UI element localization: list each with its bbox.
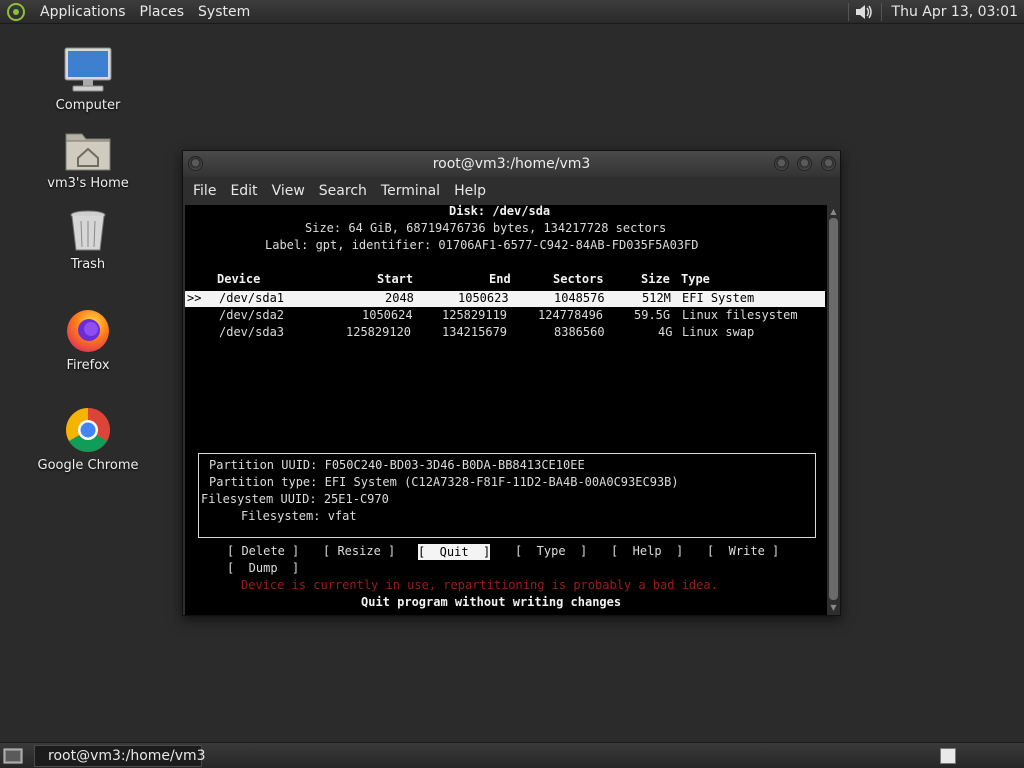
distro-logo-icon[interactable]	[6, 2, 26, 22]
desktop-icon-label: Firefox	[66, 358, 110, 373]
row-size: 59.5G	[634, 308, 671, 322]
info-filesystem-uuid: Filesystem UUID: 25E1-C970	[201, 492, 389, 506]
delete-button[interactable]: [ Delete ]	[227, 543, 299, 560]
partition-row[interactable]: /dev/sda2 1050624 125829119 124778496 59…	[185, 308, 825, 324]
window-menubar: File Edit View Search Terminal Help	[183, 177, 840, 204]
row-type: Linux swap	[682, 325, 755, 339]
row-device: /dev/sda2	[219, 308, 285, 322]
scroll-down-icon[interactable]: ▼	[829, 603, 838, 612]
row-sectors: 8386560	[554, 325, 605, 339]
menu-places[interactable]: Places	[133, 4, 192, 20]
write-button[interactable]: [ Write ]	[707, 543, 779, 560]
info-filesystem: Filesystem: vfat	[241, 509, 357, 523]
info-partition-type: Partition type: EFI System (C12A7328-F81…	[209, 475, 679, 489]
col-start: Start	[377, 272, 414, 286]
row-end: 125829119	[442, 308, 508, 322]
desktop-icon-computer[interactable]: Computer	[28, 46, 148, 113]
row-start: 1050624	[362, 308, 413, 322]
partition-row[interactable]: >> /dev/sda1 2048 1050623 1048576 512M E…	[185, 291, 825, 307]
row-start: 125829120	[346, 325, 412, 339]
maximize-button[interactable]	[797, 156, 812, 171]
col-sectors: Sectors	[553, 272, 604, 286]
row-sectors: 124778496	[538, 308, 604, 322]
row-size: 512M	[642, 291, 671, 305]
menu-help[interactable]: Help	[447, 183, 493, 199]
terminal-window: root@vm3:/home/vm3 File Edit View Search…	[182, 150, 841, 616]
disk-size: Size: 64 GiB, 68719476736 bytes, 1342177…	[305, 221, 667, 235]
show-desktop-icon[interactable]	[3, 746, 23, 766]
row-marker: >>	[187, 291, 202, 305]
computer-icon	[64, 47, 112, 92]
desktop-icon-home[interactable]: vm3's Home	[28, 128, 148, 191]
row-end: 134215679	[442, 325, 508, 339]
close-button[interactable]	[821, 156, 836, 171]
col-end: End	[489, 272, 511, 286]
volume-icon[interactable]	[853, 2, 875, 22]
desktop-icon-firefox[interactable]: Firefox	[28, 306, 148, 373]
menu-view[interactable]: View	[265, 183, 312, 199]
terminal-scrollbar[interactable]: ▲ ▼	[827, 205, 840, 615]
quit-button[interactable]: [ Quit ]	[418, 544, 491, 560]
minimize-button[interactable]	[774, 156, 789, 171]
hint-message: Quit program without writing changes	[361, 595, 622, 609]
top-panel: Applications Places System Thu Apr 13, 0…	[0, 0, 1024, 24]
desktop-icon-label: Google Chrome	[37, 458, 139, 473]
desktop-icon-label: vm3's Home	[47, 176, 129, 191]
type-button[interactable]: [ Type ]	[515, 543, 587, 560]
taskbar-item-label: root@vm3:/home/vm3	[48, 747, 206, 764]
disk-label: Label: gpt, identifier: 01706AF1-6577-C9…	[265, 238, 699, 252]
scroll-up-icon[interactable]: ▲	[829, 207, 838, 216]
window-menu-button[interactable]	[188, 156, 203, 171]
window-title: root@vm3:/home/vm3	[432, 156, 591, 172]
resize-button[interactable]: [ Resize ]	[323, 543, 395, 560]
panel-separator	[847, 2, 849, 21]
window-titlebar[interactable]: root@vm3:/home/vm3	[183, 151, 840, 177]
desktop-icon-label: Computer	[55, 98, 121, 113]
row-device: /dev/sda1	[219, 291, 285, 305]
partition-info-box: Partition UUID: F050C240-BD03-3D46-B0DA-…	[198, 453, 816, 538]
scrollbar-thumb[interactable]	[829, 218, 838, 600]
row-size: 4G	[658, 325, 673, 339]
menu-applications[interactable]: Applications	[33, 4, 133, 20]
col-device: Device	[217, 272, 261, 286]
menu-system[interactable]: System	[191, 4, 257, 20]
desktop-icon-trash[interactable]: Trash	[28, 209, 148, 272]
clock[interactable]: Thu Apr 13, 03:01	[886, 4, 1024, 20]
home-folder-icon	[65, 133, 111, 171]
menu-search[interactable]: Search	[312, 183, 374, 199]
dump-button[interactable]: [ Dump ]	[227, 560, 299, 577]
desktop-icon-label: Trash	[70, 257, 106, 272]
menu-edit[interactable]: Edit	[223, 183, 264, 199]
col-type: Type	[681, 272, 710, 286]
menu-file[interactable]: File	[186, 183, 223, 199]
chrome-icon	[66, 408, 110, 452]
col-size: Size	[641, 272, 670, 286]
row-device: /dev/sda3	[219, 325, 285, 339]
trash-icon	[70, 210, 106, 251]
desktop-icon-chrome[interactable]: Google Chrome	[28, 406, 148, 473]
workspace-switcher[interactable]	[940, 748, 956, 764]
firefox-icon	[67, 310, 109, 352]
help-button[interactable]: [ Help ]	[611, 543, 683, 560]
taskbar-item-terminal[interactable]: root@vm3:/home/vm3	[34, 744, 206, 767]
row-start: 2048	[385, 291, 414, 305]
disk-title: Disk: /dev/sda	[449, 204, 551, 218]
partition-row[interactable]: /dev/sda3 125829120 134215679 8386560 4G…	[185, 325, 825, 341]
bottom-panel: root@vm3:/home/vm3	[0, 742, 1024, 768]
row-type: Linux filesystem	[682, 308, 798, 322]
panel-separator	[880, 2, 882, 21]
menu-terminal[interactable]: Terminal	[374, 183, 447, 199]
row-end: 1050623	[458, 291, 509, 305]
terminal-screen[interactable]: Disk: /dev/sda Size: 64 GiB, 68719476736…	[185, 204, 827, 615]
row-sectors: 1048576	[554, 291, 605, 305]
row-type: EFI System	[682, 291, 755, 305]
info-partition-uuid: Partition UUID: F050C240-BD03-3D46-B0DA-…	[209, 458, 585, 472]
warning-message: Device is currently in use, repartitioni…	[241, 578, 718, 592]
